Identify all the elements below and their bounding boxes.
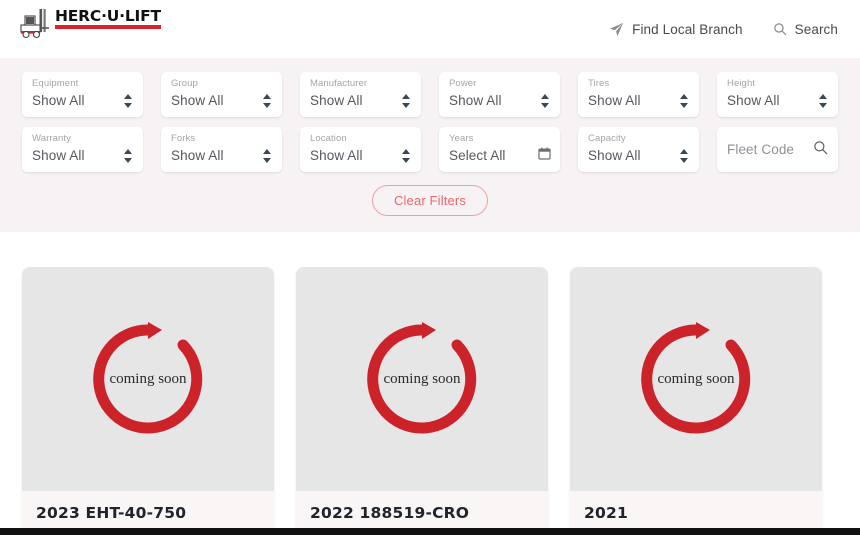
- filter-manufacturer-label: Manufacturer: [310, 78, 368, 89]
- site-header: HERC·U·LIFT Find Local Branch Search: [0, 0, 860, 58]
- site-logo[interactable]: HERC·U·LIFT: [20, 7, 161, 41]
- filter-years-value: Select All: [449, 148, 506, 163]
- filter-power-value: Show All: [449, 93, 502, 108]
- coming-soon-icon: coming soon: [93, 322, 203, 434]
- search-icon: [773, 23, 786, 36]
- result-card[interactable]: coming soon 2023 EHT-40-750: [22, 267, 274, 535]
- filter-equipment-label: Equipment: [32, 78, 79, 89]
- filter-years-label: Years: [449, 133, 474, 144]
- header-search-label: Search: [794, 21, 838, 37]
- card-title: 2021: [584, 504, 628, 522]
- filter-location-value: Show All: [310, 148, 363, 163]
- filter-power[interactable]: Power Show All: [439, 72, 560, 117]
- svg-text:coming soon: coming soon: [109, 371, 187, 387]
- filter-capacity-value: Show All: [588, 148, 641, 163]
- clear-filters-wrap: Clear Filters: [0, 185, 860, 216]
- filter-location-label: Location: [310, 133, 347, 144]
- filter-location[interactable]: Location Show All: [300, 127, 421, 172]
- paper-plane-icon: [610, 22, 624, 36]
- coming-soon-icon: coming soon: [367, 322, 477, 434]
- svg-text:coming soon: coming soon: [657, 371, 735, 387]
- page-root: HERC·U·LIFT Find Local Branch Search Equ…: [0, 0, 860, 535]
- filter-tires-value: Show All: [588, 93, 641, 108]
- filter-group-value: Show All: [171, 93, 224, 108]
- filter-capacity-label: Capacity: [588, 133, 626, 144]
- logo-textblock: HERC·U·LIFT: [55, 7, 161, 29]
- clear-filters-button[interactable]: Clear Filters: [371, 185, 488, 216]
- search-icon: [813, 140, 828, 160]
- filter-manufacturer-value: Show All: [310, 93, 363, 108]
- card-image: coming soon: [296, 267, 548, 491]
- results-grid: coming soon 2023 EHT-40-750 coming soon …: [0, 267, 860, 535]
- card-body: 2021: [570, 491, 822, 523]
- header-search-link[interactable]: Search: [773, 22, 838, 37]
- filter-equipment[interactable]: Equipment Show All: [22, 72, 143, 117]
- logo-accent-bar: [55, 25, 161, 29]
- card-title: 2022 188519-CRO: [310, 504, 470, 522]
- filter-warranty[interactable]: Warranty Show All: [22, 127, 143, 172]
- result-card[interactable]: coming soon 2021: [570, 267, 822, 535]
- filter-warranty-label: Warranty: [32, 133, 71, 144]
- forklift-icon: [20, 9, 49, 39]
- filter-forks-label: Forks: [171, 133, 196, 144]
- find-local-branch-label: Find Local Branch: [632, 21, 743, 37]
- filter-forks[interactable]: Forks Show All: [161, 127, 282, 172]
- fleet-code-field[interactable]: Fleet Code: [717, 127, 838, 172]
- coming-soon-icon: coming soon: [641, 322, 751, 434]
- find-local-branch-link[interactable]: Find Local Branch: [609, 22, 743, 37]
- card-title: 2023 EHT-40-750: [36, 504, 187, 522]
- result-card[interactable]: coming soon 2022 188519-CRO Capacity Pow…: [296, 267, 548, 535]
- card-body: 2023 EHT-40-750: [22, 491, 274, 523]
- filter-group-label: Group: [171, 78, 198, 89]
- filter-equipment-value: Show All: [32, 93, 85, 108]
- fleet-code-placeholder: Fleet Code: [727, 142, 795, 157]
- filter-group[interactable]: Group Show All: [161, 72, 282, 117]
- filter-forks-value: Show All: [171, 148, 224, 163]
- filter-years[interactable]: Years Select All: [439, 127, 560, 172]
- filter-grid: Equipment Show All Group Show All Manufa…: [22, 72, 838, 172]
- filter-manufacturer[interactable]: Manufacturer Show All: [300, 72, 421, 117]
- filter-height[interactable]: Height Show All: [717, 72, 838, 117]
- filter-tires[interactable]: Tires Show All: [578, 72, 699, 117]
- viewport-bottom-chrome: [0, 528, 860, 535]
- filter-capacity[interactable]: Capacity Show All: [578, 127, 699, 172]
- filter-tires-label: Tires: [588, 78, 610, 89]
- card-image: coming soon: [22, 267, 274, 491]
- header-nav: Find Local Branch Search: [609, 0, 838, 58]
- filter-height-value: Show All: [727, 93, 780, 108]
- filter-power-label: Power: [449, 78, 477, 89]
- filter-warranty-value: Show All: [32, 148, 85, 163]
- filter-height-label: Height: [727, 78, 756, 89]
- logo-wordmark: HERC·U·LIFT: [55, 7, 161, 25]
- svg-text:coming soon: coming soon: [383, 371, 461, 387]
- card-image: coming soon: [570, 267, 822, 491]
